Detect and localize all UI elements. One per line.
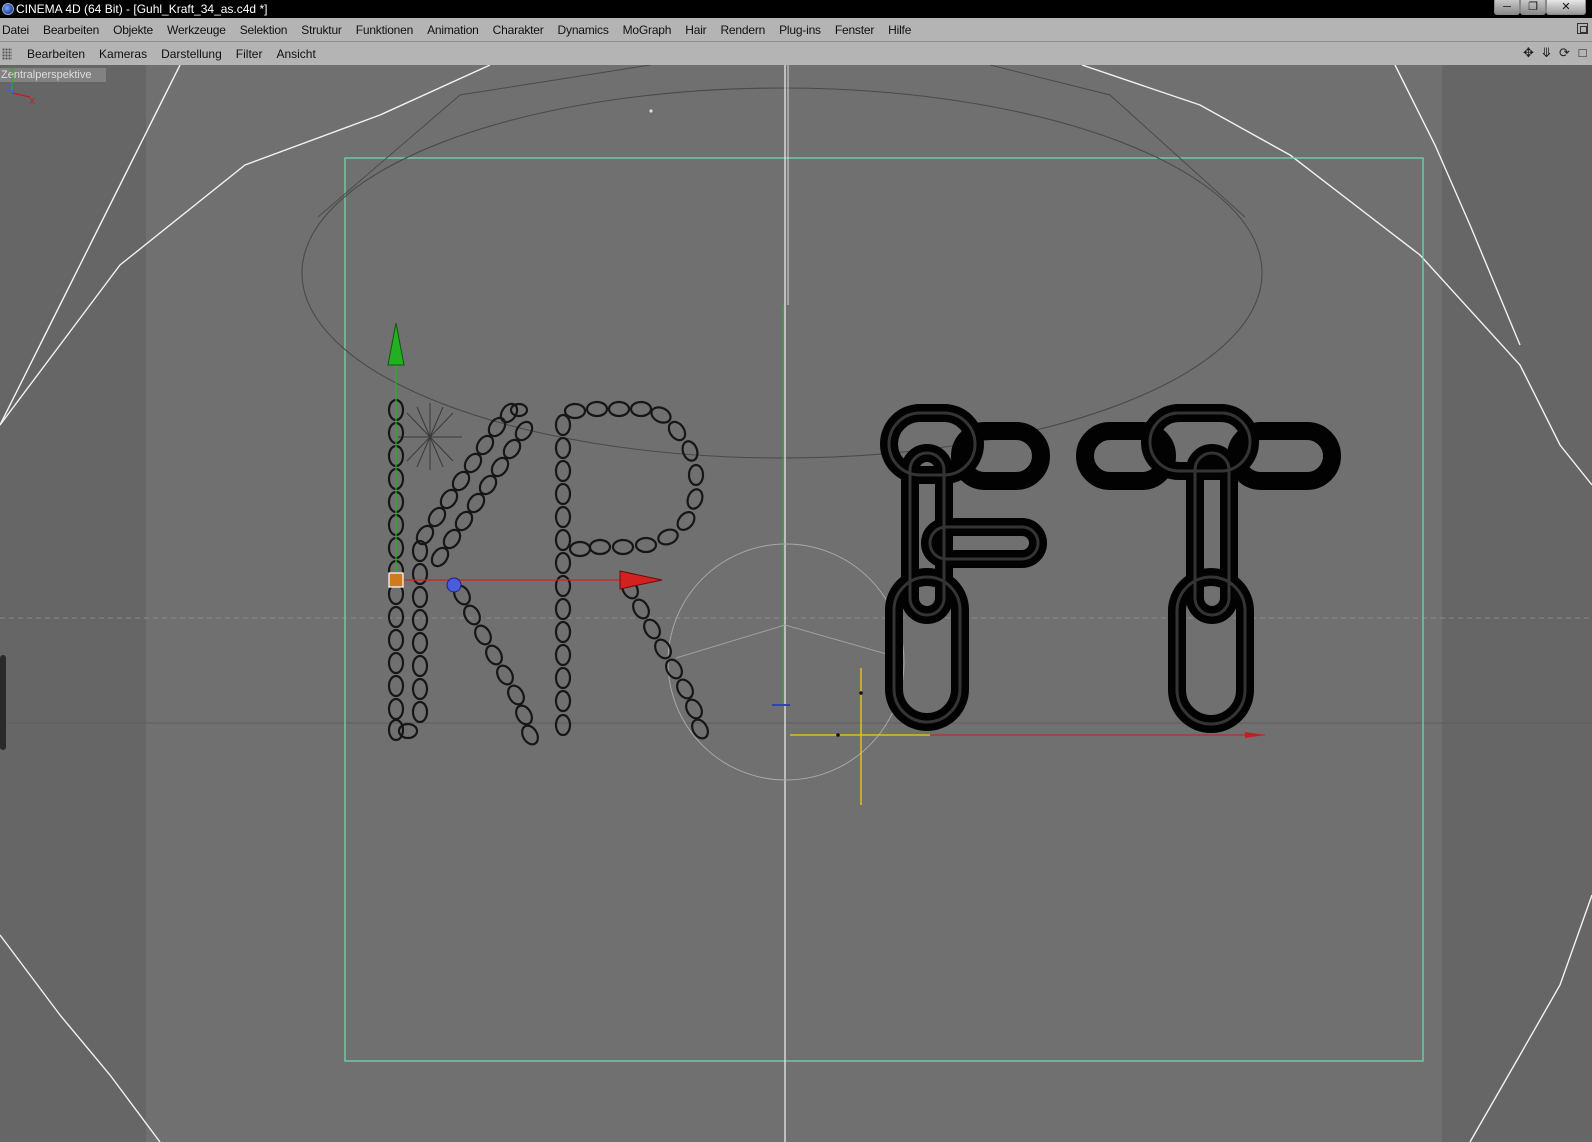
- close-button[interactable]: ✕: [1546, 0, 1586, 15]
- viewport-menu-bar: Bearbeiten Kameras Darstellung Filter An…: [0, 42, 1592, 66]
- menu-selektion[interactable]: Selektion: [233, 23, 295, 37]
- rotate-view-icon[interactable]: ⟳: [1557, 45, 1572, 60]
- main-menu-bar: Datei Bearbeiten Objekte Werkzeuge Selek…: [0, 18, 1592, 42]
- light-object-icon: [398, 403, 462, 470]
- world-axis-indicator: Y Z X: [7, 66, 35, 105]
- view-menu-bearbeiten[interactable]: Bearbeiten: [20, 47, 92, 61]
- axis-label-x: X: [29, 96, 35, 105]
- move-view-icon[interactable]: ✥: [1521, 45, 1536, 60]
- menu-bearbeiten[interactable]: Bearbeiten: [36, 23, 106, 37]
- view-menu-filter[interactable]: Filter: [229, 47, 270, 61]
- menu-mograph[interactable]: MoGraph: [616, 23, 679, 37]
- maximize-button[interactable]: ❐: [1520, 0, 1546, 15]
- menu-werkzeuge[interactable]: Werkzeuge: [160, 23, 233, 37]
- axis-label-y: Y: [9, 66, 15, 76]
- axis-label-z: Z: [7, 83, 13, 93]
- title-bar: CINEMA 4D (64 Bit) - [Guhl_Kraft_34_as.c…: [0, 0, 1592, 18]
- view-menu-ansicht[interactable]: Ansicht: [269, 47, 322, 61]
- viewport-canvas: [0, 65, 1592, 1142]
- menu-dynamics[interactable]: Dynamics: [551, 23, 616, 37]
- view-menu-kameras[interactable]: Kameras: [92, 47, 154, 61]
- viewport-side-band-left: [0, 65, 146, 1142]
- menu-plugins[interactable]: Plug-ins: [772, 23, 828, 37]
- menu-struktur[interactable]: Struktur: [294, 23, 348, 37]
- gizmo-z-handle: [446, 577, 462, 593]
- 3d-viewport[interactable]: Zentralperspektive Y Z X: [0, 65, 1592, 1142]
- menu-animation[interactable]: Animation: [420, 23, 486, 37]
- menu-objekte[interactable]: Objekte: [106, 23, 160, 37]
- menu-hair[interactable]: Hair: [678, 23, 713, 37]
- menu-datei[interactable]: Datei: [0, 23, 36, 37]
- maximize-view-icon[interactable]: □: [1575, 45, 1590, 60]
- window-title: CINEMA 4D (64 Bit) - [Guhl_Kraft_34_as.c…: [16, 2, 268, 16]
- layout-switch-icon[interactable]: [1577, 23, 1588, 34]
- viewport-nav-icons: ✥ ⤋ ⟳ □: [1521, 45, 1590, 60]
- spline-point: [649, 109, 653, 113]
- menu-funktionen[interactable]: Funktionen: [349, 23, 420, 37]
- menu-hilfe[interactable]: Hilfe: [881, 23, 918, 37]
- gizmo-origin: [388, 572, 404, 588]
- view-menu-darstellung[interactable]: Darstellung: [154, 47, 229, 61]
- viewport-edge-handle: [0, 655, 6, 750]
- toolbar-grip-icon[interactable]: [2, 47, 12, 60]
- menu-fenster[interactable]: Fenster: [828, 23, 881, 37]
- menu-charakter[interactable]: Charakter: [486, 23, 551, 37]
- viewport-side-band-right: [1442, 65, 1592, 1142]
- zoom-view-icon[interactable]: ⤋: [1539, 45, 1554, 60]
- cinema4d-logo-icon: [2, 3, 14, 15]
- minimize-button[interactable]: ─: [1494, 0, 1520, 15]
- menu-rendern[interactable]: Rendern: [713, 23, 772, 37]
- window-controls: ─ ❐ ✕: [1494, 0, 1586, 16]
